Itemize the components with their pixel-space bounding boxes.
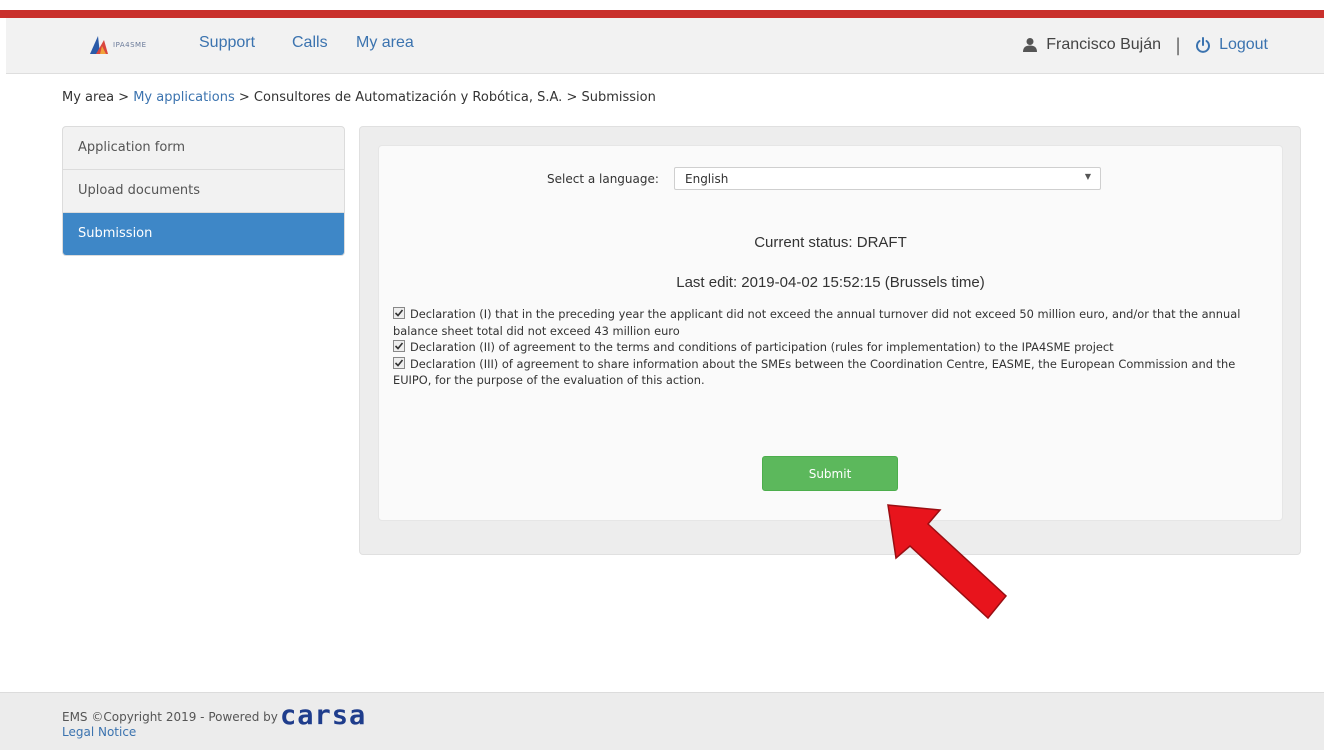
- logout-link[interactable]: Logout: [1219, 36, 1268, 54]
- sidebar-item-submission[interactable]: Submission: [63, 213, 344, 255]
- ipa4sme-logo[interactable]: IPA4SME: [88, 34, 158, 56]
- declaration-2: Declaration (II) of agreement to the ter…: [393, 339, 1273, 356]
- submit-button[interactable]: Submit: [762, 456, 898, 491]
- user-icon: [1023, 38, 1038, 52]
- breadcrumb-my-applications-link[interactable]: My applications: [133, 90, 235, 105]
- last-edit: Last edit: 2019-04-02 15:52:15 (Brussels…: [676, 274, 985, 291]
- checkmark-icon: [394, 309, 404, 317]
- sidebar-item-application-form[interactable]: Application form: [63, 127, 344, 170]
- header-navbar: IPA4SME Support Calls My area Francisco …: [6, 18, 1324, 74]
- user-area: Francisco Buján | Logout: [1022, 33, 1268, 57]
- declaration-1: Declaration (I) that in the preceding ye…: [393, 306, 1273, 339]
- svg-text:carsa: carsa: [280, 704, 366, 726]
- top-accent-bar: [0, 10, 1324, 18]
- language-select-value: English: [685, 172, 729, 186]
- copyright-text: EMS ©Copyright 2019 - Powered by: [62, 710, 278, 724]
- declaration-3-checkbox[interactable]: [393, 356, 405, 369]
- logo-text: IPA4SME: [113, 41, 147, 49]
- status-badge: DRAFT: [856, 234, 907, 251]
- checkmark-icon: [394, 342, 404, 350]
- language-label: Select a language:: [547, 172, 659, 186]
- language-select[interactable]: English ▼: [674, 167, 1101, 190]
- breadcrumb-company: Consultores de Automatización y Robótica…: [253, 90, 563, 105]
- page-footer: EMS ©Copyright 2019 - Powered by Legal N…: [0, 692, 1324, 750]
- ipa4sme-logo-mark: [90, 36, 108, 54]
- breadcrumb-root[interactable]: My area: [62, 90, 114, 105]
- declarations-list: Declaration (I) that in the preceding ye…: [393, 306, 1273, 389]
- sidebar-menu: Application form Upload documents Submis…: [62, 126, 345, 256]
- status-label: Current status:: [754, 234, 853, 251]
- chevron-down-icon: ▼: [1084, 172, 1091, 181]
- legal-notice-link[interactable]: Legal Notice: [62, 725, 136, 739]
- submission-panel: Select a language: English ▼ Current sta…: [359, 126, 1301, 555]
- declaration-1-text: Declaration (I) that in the preceding ye…: [393, 307, 1241, 338]
- declaration-2-checkbox[interactable]: [393, 340, 405, 352]
- submission-card: Select a language: English ▼ Current sta…: [378, 145, 1283, 521]
- sidebar-item-upload-documents[interactable]: Upload documents: [63, 170, 344, 213]
- header-divider: |: [1174, 34, 1182, 56]
- declaration-3: Declaration (III) of agreement to share …: [393, 356, 1273, 389]
- breadcrumb-separator: >: [234, 90, 254, 105]
- breadcrumb-separator: >: [562, 90, 582, 105]
- checkmark-icon: [394, 358, 404, 367]
- current-status: Current status: DRAFT: [379, 234, 1282, 251]
- nav-support-link[interactable]: Support: [199, 34, 255, 52]
- red-arrow-annotation: [887, 504, 1008, 620]
- breadcrumb: My area > My applications > Consultores …: [62, 90, 656, 105]
- power-icon[interactable]: [1195, 37, 1211, 53]
- user-name[interactable]: Francisco Buján: [1046, 36, 1161, 54]
- nav-my-area-link[interactable]: My area: [356, 34, 414, 52]
- carsa-logo[interactable]: carsa: [280, 704, 392, 726]
- declaration-3-text: Declaration (III) of agreement to share …: [393, 356, 1236, 388]
- nav-calls-link[interactable]: Calls: [292, 34, 328, 52]
- breadcrumb-current: Submission: [581, 90, 656, 105]
- declaration-2-text: Declaration (II) of agreement to the ter…: [410, 340, 1114, 354]
- declaration-1-checkbox[interactable]: [393, 307, 405, 319]
- breadcrumb-separator: >: [114, 90, 134, 105]
